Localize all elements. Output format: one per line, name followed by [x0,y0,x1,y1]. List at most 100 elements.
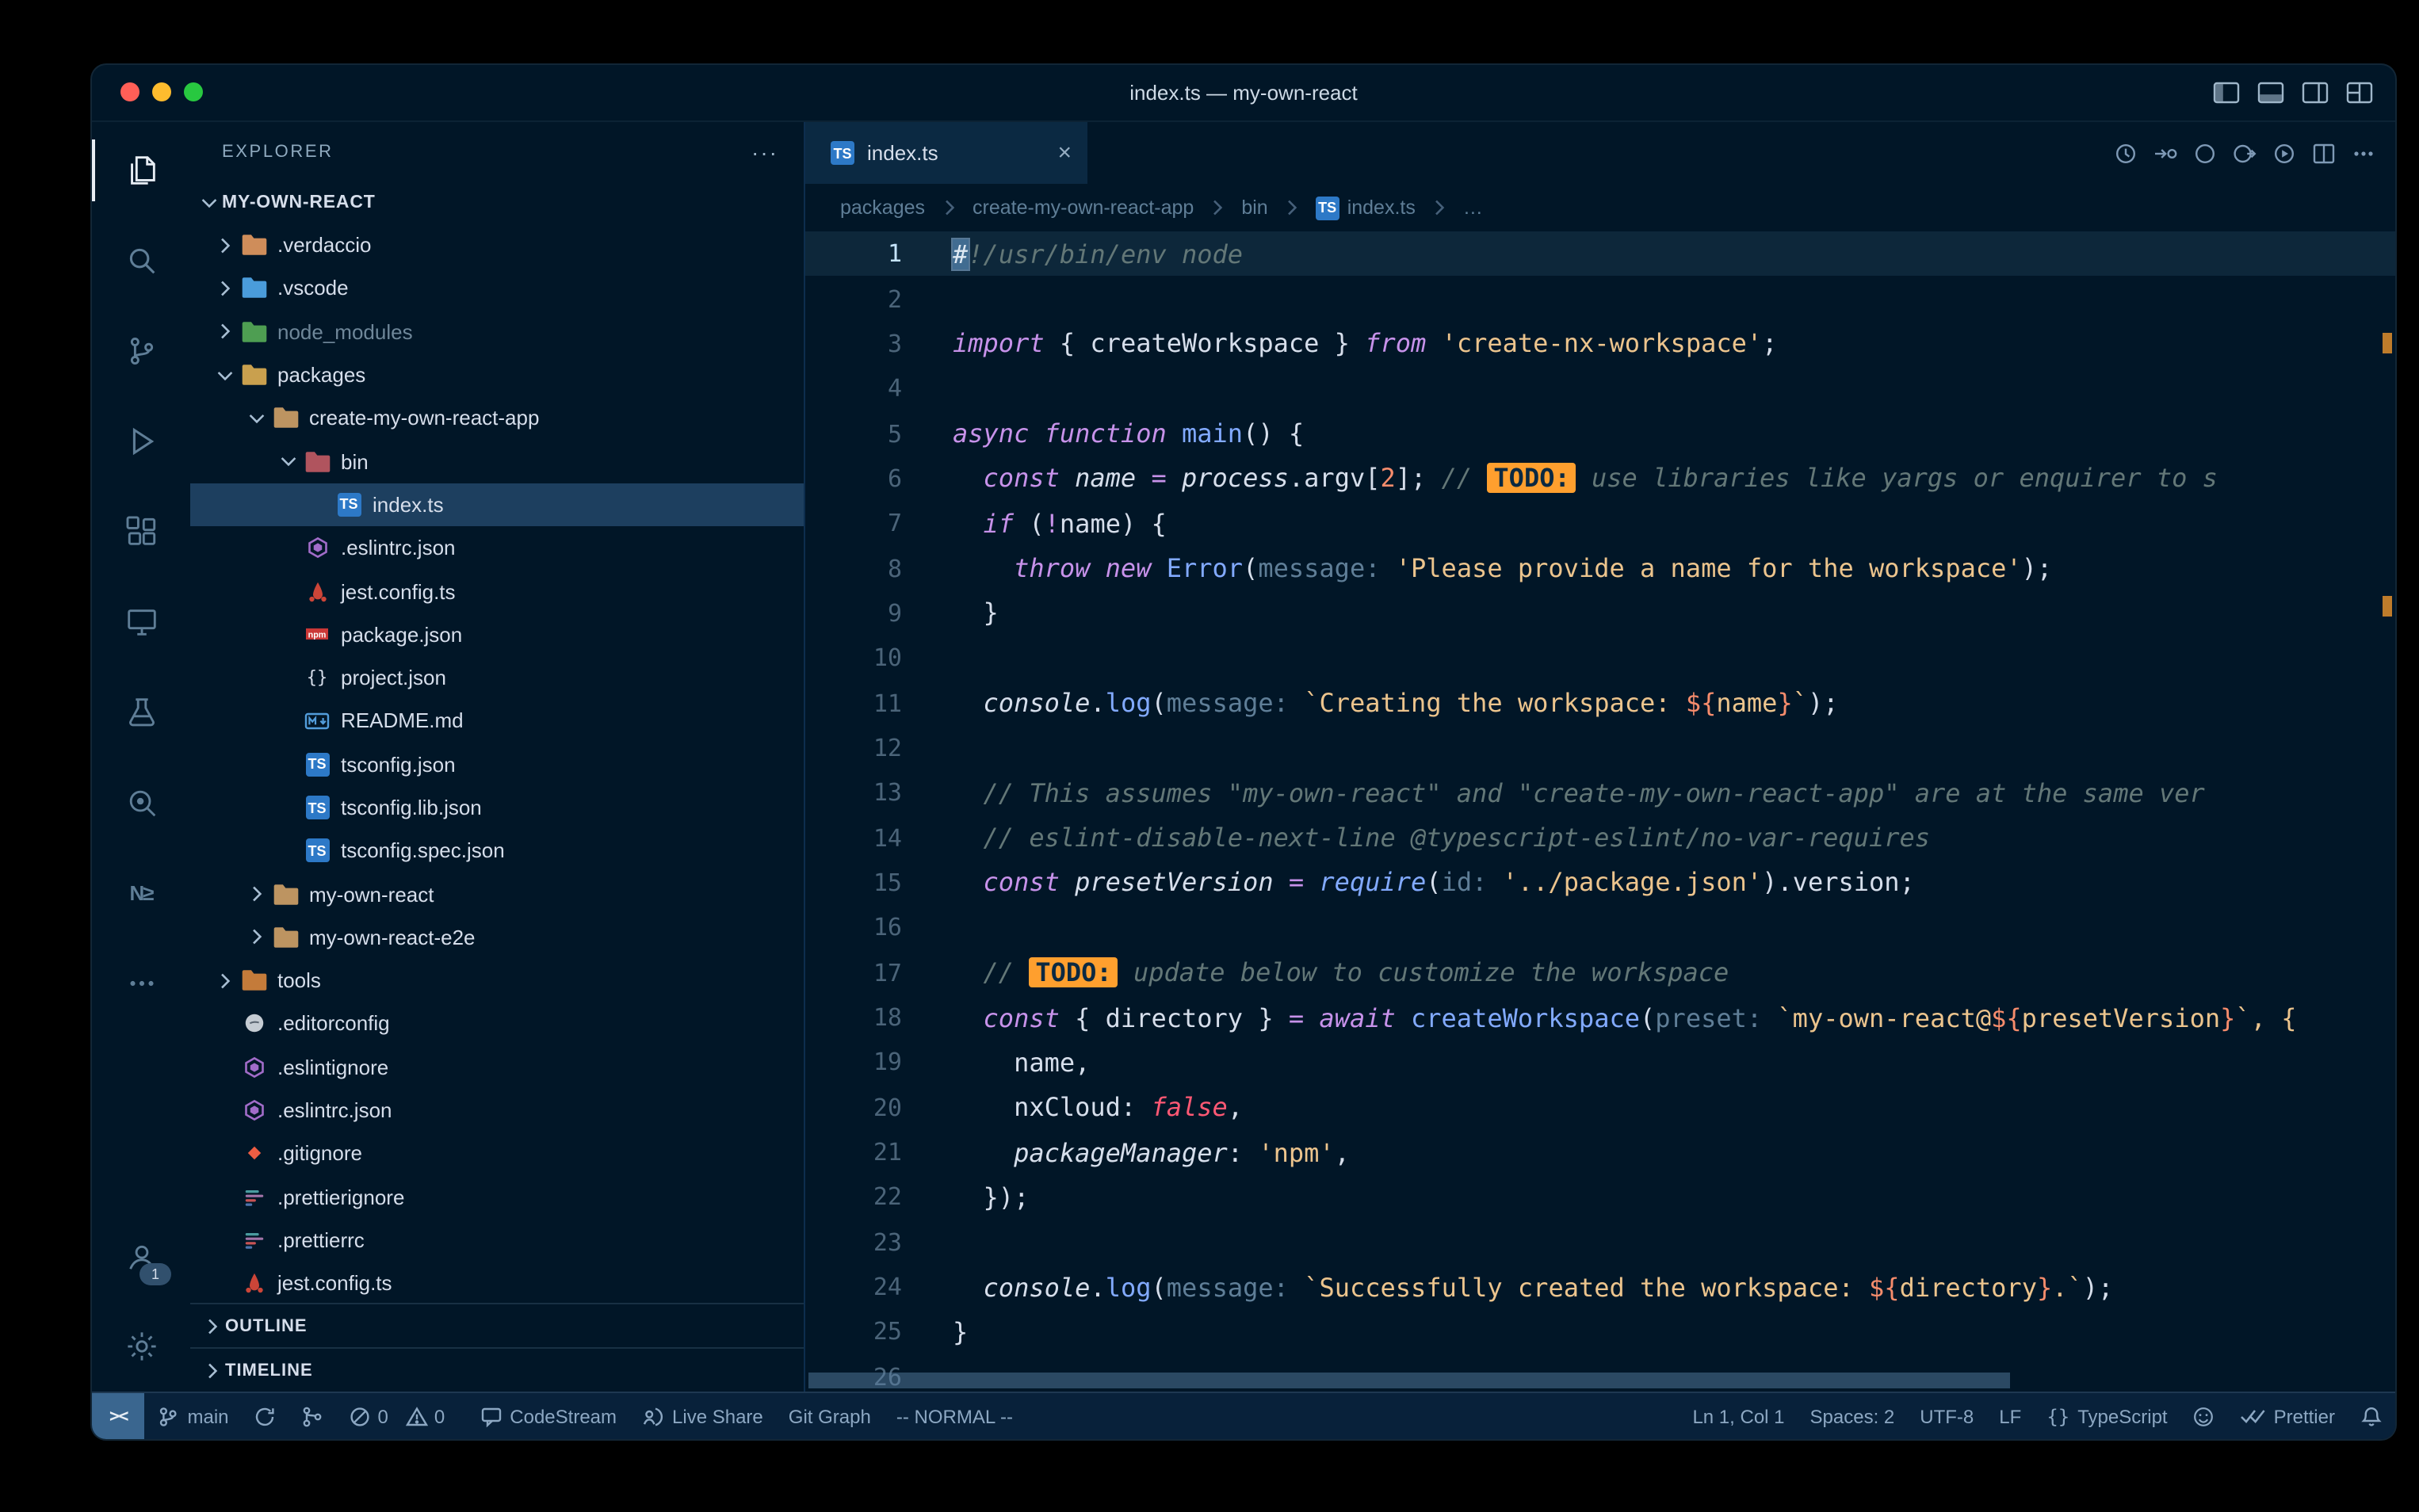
status-notifications[interactable] [2348,1393,2395,1439]
status-prettier[interactable]: Prettier [2228,1393,2348,1439]
tree-item-package-json[interactable]: npmpackage.json [190,613,804,656]
activity-remote-explorer[interactable] [92,577,190,667]
activity-testing[interactable] [92,667,190,758]
status-live-share[interactable]: Live Share [629,1393,776,1439]
toggle-sidebar-icon[interactable] [2213,81,2240,105]
code-line[interactable]: 9 } [805,591,2395,636]
status-cursor-position[interactable]: Ln 1, Col 1 [1680,1393,1797,1439]
explorer-more-icon[interactable]: ··· [751,139,778,165]
status-git-branch[interactable]: main [145,1393,242,1439]
code-line[interactable]: 12 [805,726,2395,771]
status-git-graph[interactable]: Git Graph [776,1393,884,1439]
minimize-window-button[interactable] [152,82,171,101]
tree-item-readme-md[interactable]: README.md [190,700,804,743]
code-line[interactable]: 16 [805,905,2395,950]
code-line[interactable]: 11 console.log(message: `Creating the wo… [805,681,2395,726]
code-line[interactable]: 13 // This assumes "my-own-react" and "c… [805,770,2395,815]
activity-gitlens[interactable] [92,758,190,848]
status-git-graph-view[interactable] [289,1393,337,1439]
tree-item-bin[interactable]: bin [190,440,804,483]
tree-item-tsconfig-spec-json[interactable]: TStsconfig.spec.json [190,829,804,872]
status-eol[interactable]: LF [1986,1393,2034,1439]
code-line[interactable]: 15 const presetVersion = require(id: '..… [805,861,2395,906]
code-line[interactable]: 24 console.log(message: `Successfully cr… [805,1265,2395,1310]
tree-item-jest-config-ts[interactable]: jest.config.ts [190,570,804,613]
open-changes-icon[interactable] [2153,140,2178,166]
tree-item--eslintignore[interactable]: .eslintignore [190,1045,804,1089]
activity-source-control[interactable] [92,306,190,396]
close-tab-icon[interactable]: × [1057,139,1072,166]
more-actions-icon[interactable] [2351,140,2376,166]
code-line[interactable]: 1#!/usr/bin/env node [805,231,2395,277]
split-editor-icon[interactable] [2311,140,2337,166]
tree-item--eslintrc-json[interactable]: .eslintrc.json [190,526,804,570]
record-icon[interactable] [2192,140,2218,166]
tree-item-project-json[interactable]: {}project.json [190,656,804,700]
code-line[interactable]: 10 [805,636,2395,681]
tree-item-tsconfig-lib-json[interactable]: TStsconfig.lib.json [190,786,804,830]
status-indentation[interactable]: Spaces: 2 [1798,1393,1908,1439]
toggle-secondary-sidebar-icon[interactable] [2302,81,2329,105]
status-encoding[interactable]: UTF-8 [1907,1393,1986,1439]
activity-run-debug[interactable] [92,396,190,487]
tree-item-index-ts[interactable]: TSindex.ts [190,483,804,527]
tree-item--verdaccio[interactable]: .verdaccio [190,223,804,267]
timeline-icon[interactable] [2113,140,2138,166]
tree-item--gitignore[interactable]: .gitignore [190,1132,804,1175]
tree-item--eslintrc-json[interactable]: .eslintrc.json [190,1089,804,1132]
title-bar[interactable]: index.ts — my-own-react [92,65,2395,122]
workspace-section-header[interactable]: MY-OWN-REACT [190,182,804,223]
tree-item-node-modules[interactable]: node_modules [190,310,804,353]
breadcrumb-item[interactable]: bin [1241,197,1267,219]
code-line[interactable]: 3import { createWorkspace } from 'create… [805,321,2395,366]
code-line[interactable]: 7 if (!name) { [805,501,2395,546]
toggle-panel-icon[interactable] [2257,81,2284,105]
breadcrumb-item[interactable]: packages [840,197,925,219]
close-window-button[interactable] [120,82,139,101]
code-line[interactable]: 8 throw new Error(message: 'Please provi… [805,546,2395,591]
status-vim-mode[interactable]: -- NORMAL -- [884,1393,1026,1439]
status-remote-indicator[interactable]: >< [92,1393,145,1439]
status-git-sync[interactable] [242,1393,289,1439]
code-line[interactable]: 18 const { directory } = await createWor… [805,995,2395,1040]
tree-item--prettierrc[interactable]: .prettierrc [190,1219,804,1262]
code-line[interactable]: 6 const name = process.argv[2]; // TODO:… [805,456,2395,501]
activity-accounts[interactable]: 1 [92,1211,190,1301]
code-editor[interactable]: 1#!/usr/bin/env node23import { createWor… [805,231,2395,1392]
code-line[interactable]: 22 }); [805,1174,2395,1220]
tree-item--editorconfig[interactable]: .editorconfig [190,1002,804,1046]
code-line[interactable]: 21 packageManager: 'npm', [805,1130,2395,1175]
customize-layout-icon[interactable] [2346,81,2373,105]
zoom-window-button[interactable] [184,82,203,101]
tree-item-jest-config-ts[interactable]: jest.config.ts [190,1262,804,1303]
code-line[interactable]: 14 // eslint-disable-next-line @typescri… [805,815,2395,861]
activity-search[interactable] [92,216,190,306]
outline-section-header[interactable]: OUTLINE [190,1303,804,1347]
status-feedback[interactable] [2180,1393,2228,1439]
timeline-section-header[interactable]: TIMELINE [190,1347,804,1392]
tab-index-ts[interactable]: TSindex.ts× [805,122,1087,184]
activity-nx-console[interactable]: N≥ [92,848,190,938]
tree-item-my-own-react-e2e[interactable]: my-own-react-e2e [190,916,804,960]
code-line[interactable]: 17 // TODO: update below to customize th… [805,950,2395,995]
status-problems[interactable]: 00 [337,1393,468,1439]
status-codestream[interactable]: CodeStream [467,1393,629,1439]
tree-item--vscode[interactable]: .vscode [190,267,804,311]
breadcrumb-item[interactable]: create-my-own-react-app [973,197,1194,219]
tree-item-create-my-own-react-app[interactable]: create-my-own-react-app [190,396,804,440]
activity-extensions[interactable] [92,487,190,577]
tree-item-tsconfig-json[interactable]: TStsconfig.json [190,743,804,786]
code-line[interactable]: 23 [805,1220,2395,1265]
status-language-mode[interactable]: {}TypeScript [2034,1393,2180,1439]
activity-settings[interactable] [92,1301,190,1392]
breadcrumb-item[interactable]: TSindex.ts [1316,196,1416,220]
code-line[interactable]: 20 nxCloud: false, [805,1085,2395,1130]
horizontal-scrollbar[interactable] [808,1373,2010,1388]
tree-item-packages[interactable]: packages [190,353,804,397]
activity-explorer[interactable] [92,125,190,216]
tree-item--prettierignore[interactable]: .prettierignore [190,1175,804,1219]
code-line[interactable]: 19 name, [805,1040,2395,1085]
tree-item-my-own-react[interactable]: my-own-react [190,872,804,916]
code-line[interactable]: 4 [805,366,2395,411]
code-line[interactable]: 25} [805,1310,2395,1355]
